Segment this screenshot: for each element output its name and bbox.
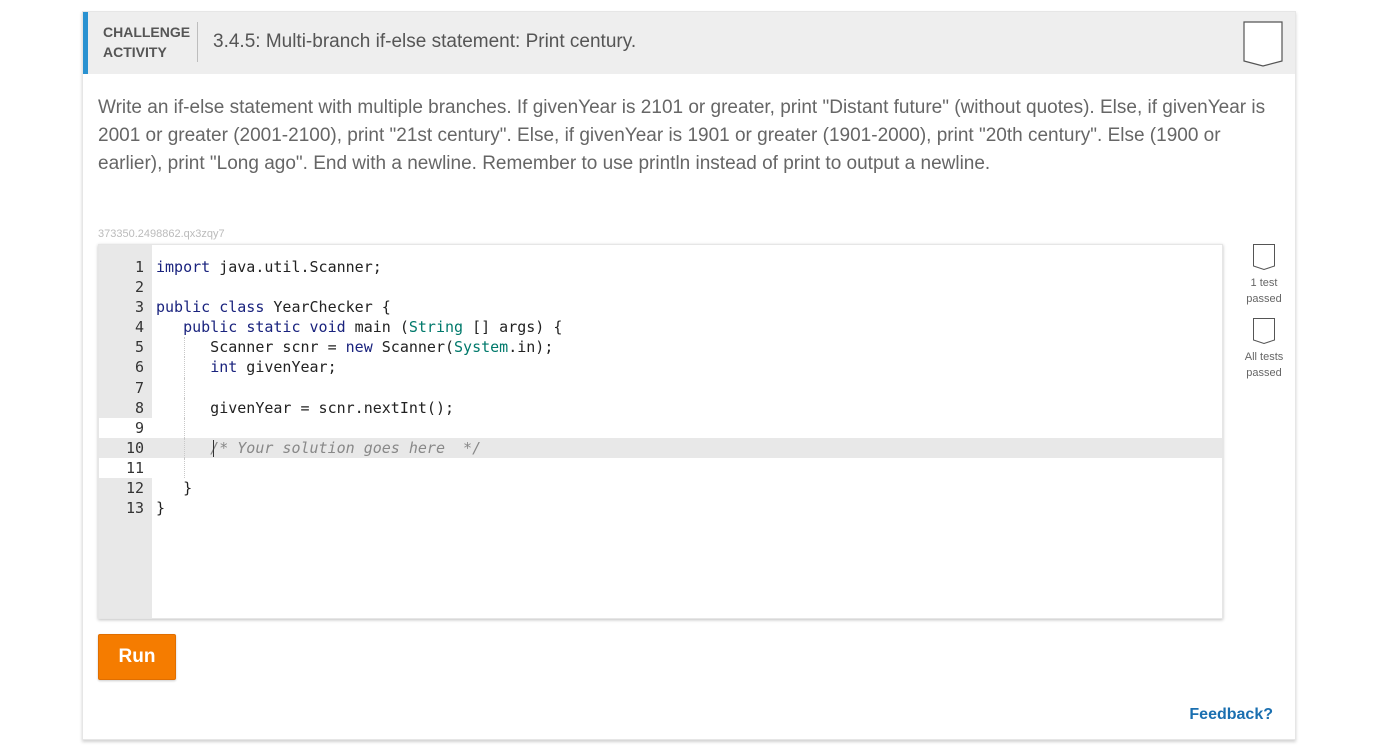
indent-guide [184, 397, 185, 418]
status-1-test-passed: 1 test passed [1235, 244, 1293, 307]
line-number: 9 [134, 418, 144, 437]
line-number: 5 [134, 338, 144, 357]
code-line[interactable]: 5 Scanner scnr = new Scanner(System.in); [99, 337, 1222, 358]
line-number: 12 [125, 479, 144, 498]
status-all-tests-passed: All tests passed [1235, 318, 1293, 381]
indent-guide [184, 417, 185, 438]
activity-header: CHALLENGE ACTIVITY 3.4.5: Multi-branch i… [83, 12, 1295, 74]
code-line[interactable]: 9 [99, 417, 1222, 438]
indent-guide [184, 337, 185, 358]
code-line[interactable]: 13} [99, 498, 1222, 518]
code-text[interactable]: } [156, 478, 192, 498]
code-line[interactable]: 7 [99, 377, 1222, 398]
code-text[interactable]: Scanner scnr = new Scanner(System.in); [156, 337, 553, 357]
bookmark-icon[interactable] [1243, 21, 1283, 67]
header-divider [197, 22, 198, 62]
indent-guide [184, 437, 185, 458]
code-line[interactable]: 12 } [99, 478, 1222, 498]
code-text[interactable]: } [156, 498, 165, 518]
activity-type-line2: ACTIVITY [103, 44, 167, 60]
indent-guide [184, 457, 185, 479]
run-button[interactable]: Run [98, 634, 176, 680]
feedback-link[interactable]: Feedback? [1189, 706, 1273, 724]
status-label-line2: passed [1246, 367, 1282, 379]
line-number: 2 [134, 278, 144, 297]
line-number: 11 [125, 458, 144, 477]
test-status-icon [1253, 244, 1275, 270]
line-number: 13 [125, 499, 144, 518]
instance-id: 373350.2498862.qx3zqy7 [98, 228, 225, 240]
code-line[interactable]: 1 import java.util.Scanner; [99, 257, 1222, 277]
code-text[interactable]: public static void main (String [] args)… [156, 317, 562, 337]
activity-title: 3.4.5: Multi-branch if-else statement: P… [213, 31, 637, 52]
code-text[interactable]: public class YearChecker { [156, 297, 391, 317]
code-line[interactable]: 4 public static void main (String [] arg… [99, 317, 1222, 337]
all-tests-status-icon [1253, 318, 1275, 344]
code-text[interactable]: import java.util.Scanner; [156, 257, 382, 277]
activity-type-line1: CHALLENGE [103, 24, 191, 40]
status-label: All tests passed [1235, 349, 1293, 381]
line-number: 10 [125, 438, 144, 457]
indent-guide [184, 357, 185, 378]
status-label-line1: All tests [1244, 351, 1284, 363]
line-number: 3 [134, 298, 144, 317]
code-lines[interactable]: 1 import java.util.Scanner; 2 3 public class… [99, 257, 1222, 518]
line-number: 4 [134, 318, 144, 337]
activity-type-label: CHALLENGE ACTIVITY [103, 22, 198, 62]
code-line[interactable]: 6 int givenYear; [99, 357, 1222, 378]
code-line[interactable]: 8 givenYear = scnr.nextInt(); [99, 397, 1222, 418]
status-label-line2: passed [1246, 293, 1282, 305]
line-number: 1 [134, 258, 144, 276]
line-number: 8 [134, 398, 144, 417]
code-text[interactable]: /* Your solution goes here */ [156, 438, 481, 458]
line-number: 6 [134, 358, 144, 377]
text-cursor [213, 439, 214, 457]
activity-description: Write an if-else statement with multiple… [98, 97, 1266, 174]
status-label-line1: 1 test [1250, 277, 1278, 289]
code-line[interactable]: 2 [99, 277, 1222, 297]
challenge-activity-card: CHALLENGE ACTIVITY 3.4.5: Multi-branch i… [82, 11, 1296, 740]
line-number: 7 [134, 378, 144, 397]
code-line[interactable]: 3 public class YearChecker { [99, 297, 1222, 317]
code-text[interactable]: givenYear = scnr.nextInt(); [156, 398, 454, 418]
code-editor[interactable]: 1 import java.util.Scanner; 2 3 public class… [98, 244, 1223, 619]
code-line[interactable]: 10 /* Your solution goes here */ [99, 437, 1222, 458]
status-label: 1 test passed [1235, 275, 1293, 307]
indent-guide [184, 377, 185, 398]
code-line[interactable]: 11 [99, 457, 1222, 479]
